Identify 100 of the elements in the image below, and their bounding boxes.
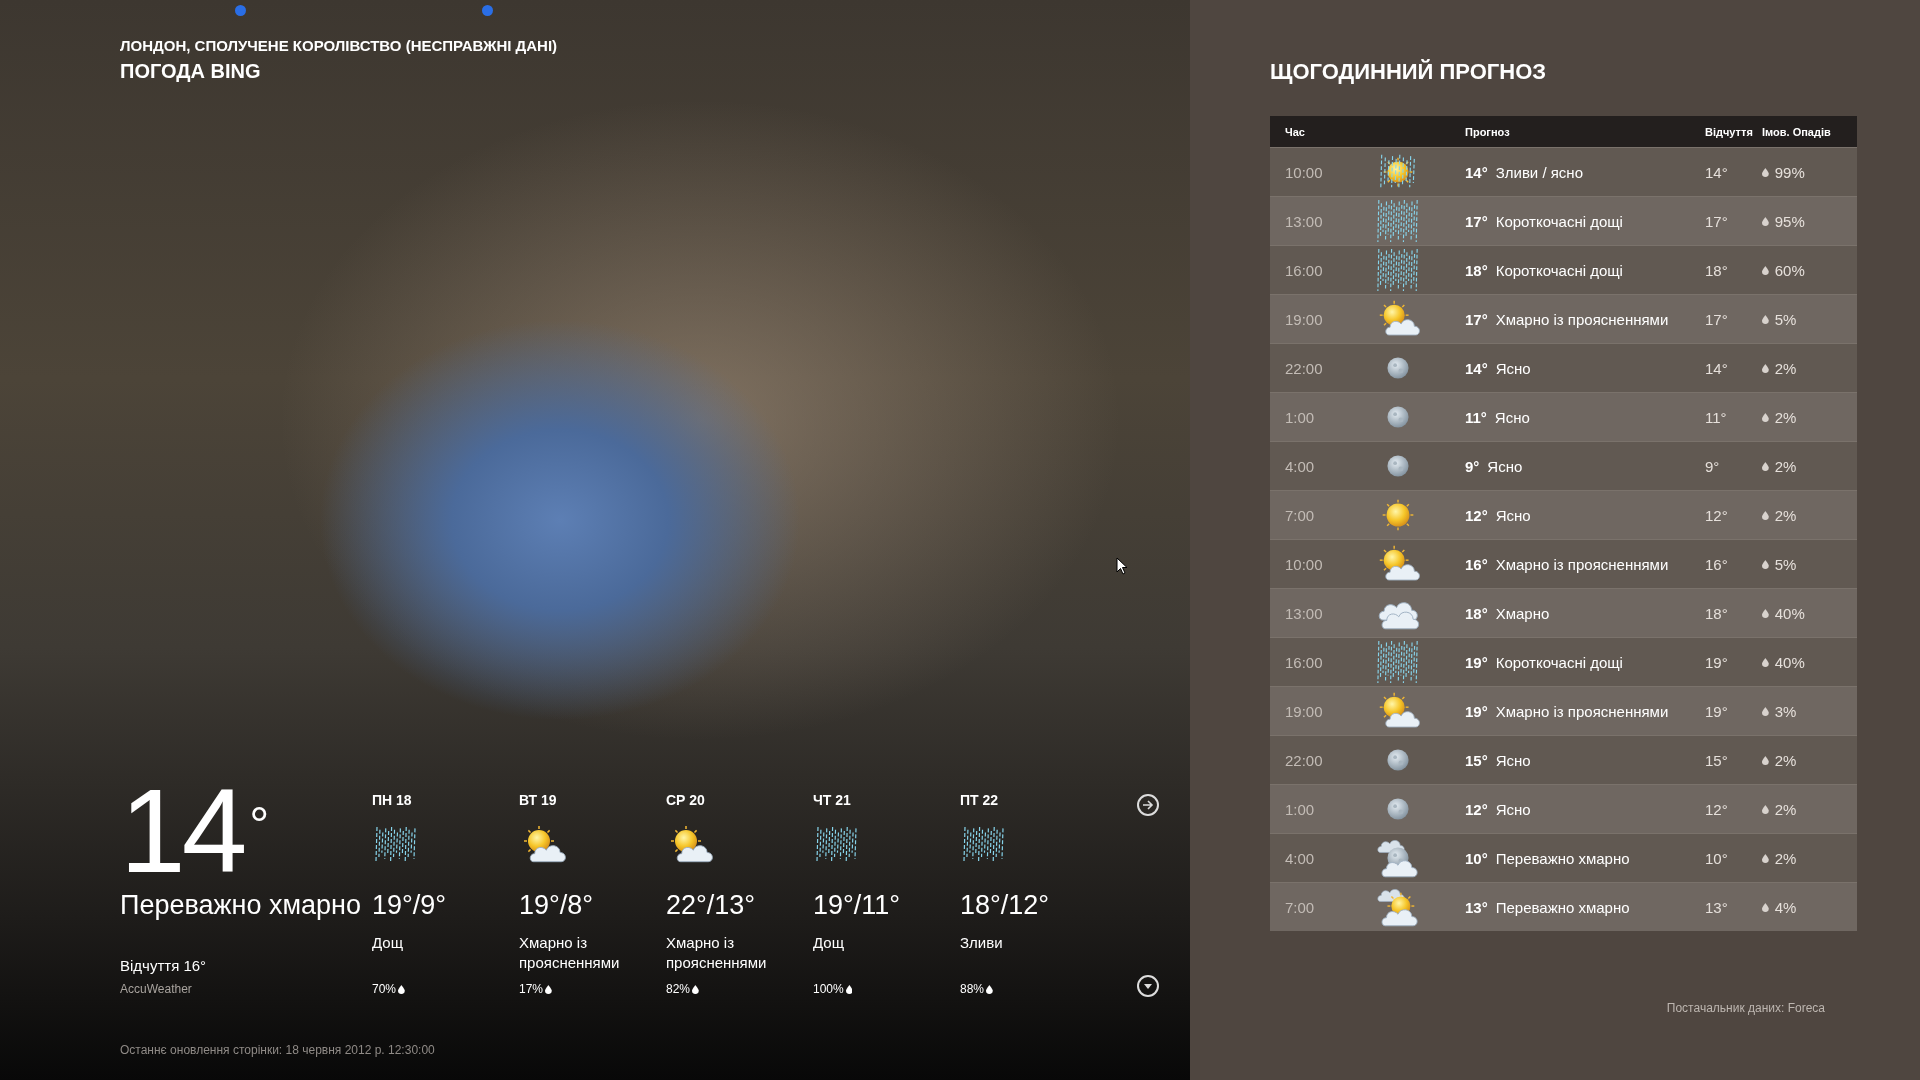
time-cell-text: 10:00: [1285, 555, 1324, 573]
time-cell-text: 13:00: [1285, 604, 1324, 622]
time-cell-text: 22:00: [1285, 751, 1324, 769]
precipitation-cell: 5%: [1774, 310, 1797, 328]
forecast-cell: Хмарно із проясненнями: [1495, 702, 1669, 720]
forecast-cell: Зливи / ясно: [1495, 163, 1583, 181]
day-label: ВТ 19: [519, 791, 558, 809]
day-temperature: 18°/12°: [960, 889, 1051, 922]
precipitation-cell: 40%: [1774, 604, 1805, 622]
dot-icon: [235, 5, 246, 16]
time-cell-text: 4:00: [1285, 457, 1316, 475]
drop-icon: [1762, 608, 1769, 618]
day-label: ПТ 22: [960, 791, 1000, 809]
column-header: Відчуття: [1705, 124, 1754, 139]
forecast-cell: Короткочасні дощі: [1495, 212, 1623, 230]
precipitation-chance: 17%: [519, 981, 544, 997]
feels-cell-text: 17°: [1705, 310, 1729, 328]
time-cell-text: 10:00: [1285, 163, 1324, 181]
temperature-cell: 18°: [1465, 261, 1488, 279]
time-cell-text: 4:00: [1285, 849, 1316, 867]
drop-icon: [545, 984, 552, 994]
day-condition: Дощ: [813, 933, 845, 953]
forecast-cell: Ясно: [1495, 800, 1531, 818]
forecast-cell: Ясно: [1495, 506, 1531, 524]
day-condition: Дощ: [372, 933, 404, 953]
feels-cell-text: 10°: [1705, 849, 1729, 867]
data-provider: Постачальник даних: Foreca: [1666, 1001, 1825, 1015]
feels-cell-text: 18°: [1705, 261, 1729, 279]
precipitation-chance: 70%: [372, 981, 397, 997]
temperature-cell: 19°: [1465, 653, 1488, 671]
feels-cell-text: 19°: [1705, 653, 1729, 671]
drop-icon: [1762, 167, 1769, 177]
forecast-cell: Ясно: [1495, 359, 1531, 377]
last-updated: Останнє оновлення сторінки: 18 червня 2012 р. 12:30:00: [120, 1043, 436, 1057]
current-condition: Переважно хмарно: [120, 889, 363, 922]
forecast-cell: Короткочасні дощі: [1495, 261, 1623, 279]
feels-cell-text: 12°: [1705, 800, 1729, 818]
drop-icon: [1762, 510, 1769, 520]
time-cell-text: 19:00: [1285, 702, 1324, 720]
column-header: Прогноз: [1464, 124, 1511, 139]
precipitation-cell: 99%: [1774, 163, 1805, 181]
precipitation-cell: 2%: [1774, 800, 1797, 818]
dot-icon: [482, 5, 493, 16]
temperature-cell: 15°: [1465, 751, 1488, 769]
time-cell-text: 16:00: [1285, 653, 1324, 671]
feels-cell-text: 9°: [1705, 457, 1721, 475]
precipitation-cell: 95%: [1774, 212, 1805, 230]
precipitation-cell: 4%: [1774, 898, 1797, 916]
feels-cell-text: 15°: [1705, 751, 1729, 769]
feels-like: Відчуття 16°: [120, 957, 208, 975]
drop-icon: [986, 984, 993, 994]
feels-cell-text: 17°: [1705, 212, 1729, 230]
expand-down-button[interactable]: [1137, 975, 1159, 997]
column-header: Імов. Опадів: [1762, 124, 1832, 139]
forecast-cell: Ясно: [1494, 408, 1530, 426]
precipitation-cell: 60%: [1774, 261, 1805, 279]
drop-icon: [1762, 461, 1769, 471]
feels-cell-text: 19°: [1705, 702, 1729, 720]
day-label: ЧТ 21: [813, 791, 852, 809]
precipitation-chance: 100%: [813, 981, 844, 997]
drop-icon: [1762, 412, 1769, 422]
time-cell-text: 13:00: [1285, 212, 1324, 230]
next-arrow-button[interactable]: [1137, 794, 1159, 816]
forecast-cell: Ясно: [1495, 751, 1531, 769]
drop-icon: [1762, 755, 1769, 765]
drop-icon: [1762, 657, 1769, 667]
drop-icon: [1762, 363, 1769, 373]
precipitation-cell: 2%: [1774, 849, 1797, 867]
feels-cell-text: 13°: [1705, 898, 1729, 916]
time-cell-text: 1:00: [1285, 408, 1316, 426]
forecast-cell: Короткочасні дощі: [1495, 653, 1623, 671]
temperature-cell: 14°: [1465, 163, 1488, 181]
precipitation-cell: 2%: [1774, 359, 1797, 377]
temperature-cell: 19°: [1465, 702, 1488, 720]
location-title: ЛОНДОН, СПОЛУЧЕНЕ КОРОЛІВСТВО (НЕСПРАВЖНІ ДАНІ): [120, 36, 559, 56]
temperature-cell: 13°: [1465, 898, 1488, 916]
temperature-cell: 11°: [1465, 408, 1487, 426]
time-cell-text: 19:00: [1285, 310, 1324, 328]
temperature-cell: 17°: [1465, 212, 1488, 230]
precipitation-cell: 2%: [1774, 457, 1797, 475]
precipitation-cell: 2%: [1774, 408, 1797, 426]
time-cell-text: 16:00: [1285, 261, 1324, 279]
drop-icon: [845, 984, 853, 994]
day-temperature: 22°/13°: [666, 889, 757, 922]
precipitation-cell: 5%: [1774, 555, 1797, 573]
day-temperature: 19°/9°: [372, 889, 448, 922]
feels-cell-text: 12°: [1705, 506, 1729, 524]
temperature-cell: 12°: [1465, 506, 1488, 524]
provider-label: AccuWeather: [120, 981, 193, 997]
time-cell-text: 22:00: [1285, 359, 1324, 377]
column-header: Час: [1285, 124, 1306, 139]
drop-icon: [1762, 902, 1769, 912]
hourly-title: ЩОГОДИННИЙ ПРОГНОЗ: [1270, 58, 1548, 86]
forecast-cell: Переважно хмарно: [1495, 849, 1630, 867]
drop-icon: [1762, 804, 1769, 814]
feels-cell-text: 14°: [1705, 359, 1729, 377]
precipitation-chance: 88%: [960, 981, 985, 997]
day-condition: Хмарно із проясненнями: [666, 933, 768, 973]
drop-icon: [1762, 216, 1769, 226]
precipitation-cell: 2%: [1774, 506, 1797, 524]
